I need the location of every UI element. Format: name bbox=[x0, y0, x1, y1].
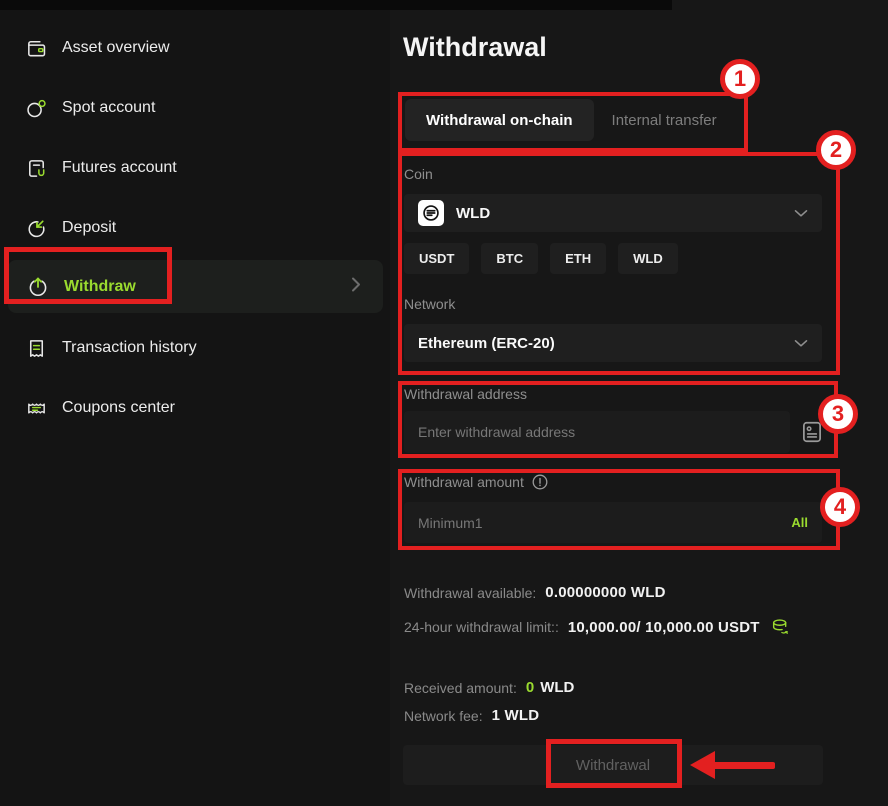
network-label: Network bbox=[404, 296, 455, 312]
withdrawal-available-value: 0.00000000 WLD bbox=[545, 584, 665, 601]
sidebar-item-label: Futures account bbox=[62, 159, 177, 177]
received-amount-value: 0 bbox=[526, 679, 534, 696]
sidebar-item-label: Transaction history bbox=[62, 339, 197, 357]
coin-selected-value: WLD bbox=[456, 205, 490, 222]
sidebar-item-label: Asset overview bbox=[62, 39, 170, 57]
network-selected-value: Ethereum (ERC-20) bbox=[418, 335, 555, 352]
tab-withdrawal-on-chain[interactable]: Withdrawal on-chain bbox=[405, 99, 594, 141]
annotation-circle-4: 4 bbox=[820, 487, 860, 527]
chevron-down-icon bbox=[794, 209, 808, 218]
spot-coin-icon bbox=[24, 96, 48, 120]
withdrawal-tabs: Withdrawal on-chain Internal transfer bbox=[405, 99, 735, 141]
withdrawal-limit-value: 10,000.00/ 10,000.00 USDT bbox=[568, 619, 760, 636]
sidebar-item-withdraw[interactable]: Withdraw bbox=[8, 260, 383, 313]
futures-doc-icon bbox=[24, 156, 48, 180]
withdraw-arrow-icon bbox=[26, 275, 50, 299]
sidebar-item-label: Spot account bbox=[62, 99, 155, 117]
received-amount-unit: WLD bbox=[540, 679, 574, 696]
withdrawal-limit-label: 24-hour withdrawal limit:: bbox=[404, 619, 559, 635]
withdrawal-amount-input[interactable] bbox=[418, 515, 781, 531]
withdrawal-address-input[interactable] bbox=[404, 411, 790, 453]
received-amount-label: Received amount: bbox=[404, 680, 517, 696]
top-strip bbox=[0, 0, 672, 10]
withdrawal-submit-button[interactable]: Withdrawal bbox=[403, 745, 823, 785]
chevron-down-icon bbox=[794, 339, 808, 348]
wld-coin-icon bbox=[418, 200, 444, 226]
chip-btc[interactable]: BTC bbox=[481, 243, 538, 274]
chevron-right-icon bbox=[351, 276, 361, 297]
network-fee-value: 1 WLD bbox=[492, 707, 540, 724]
network-fee-label: Network fee: bbox=[404, 708, 483, 724]
annotation-circle-2: 2 bbox=[816, 130, 856, 170]
network-fee-line: Network fee: 1 WLD bbox=[404, 707, 539, 724]
sidebar: Asset overview Spot account Futures acco… bbox=[0, 10, 390, 806]
received-amount-line: Received amount: 0 WLD bbox=[404, 679, 574, 696]
sidebar-item-coupons-center[interactable]: Coupons center bbox=[0, 378, 390, 438]
wallet-icon bbox=[24, 36, 48, 60]
chip-eth[interactable]: ETH bbox=[550, 243, 606, 274]
chip-wld[interactable]: WLD bbox=[618, 243, 678, 274]
sidebar-item-transaction-history[interactable]: Transaction history bbox=[0, 318, 390, 378]
network-select[interactable]: Ethereum (ERC-20) bbox=[404, 324, 822, 362]
address-book-icon[interactable] bbox=[799, 419, 825, 445]
info-icon[interactable] bbox=[532, 474, 548, 490]
sidebar-item-label: Withdraw bbox=[64, 278, 136, 296]
receipt-icon bbox=[24, 336, 48, 360]
sidebar-item-asset-overview[interactable]: Asset overview bbox=[0, 18, 390, 78]
deposit-arrow-icon bbox=[24, 216, 48, 240]
coin-label: Coin bbox=[404, 166, 433, 182]
all-button[interactable]: All bbox=[791, 515, 808, 530]
sidebar-item-futures-account[interactable]: Futures account bbox=[0, 138, 390, 198]
withdrawal-amount-label-row: Withdrawal amount bbox=[404, 474, 548, 490]
withdrawal-amount-label: Withdrawal amount bbox=[404, 474, 524, 490]
annotation-circle-1: 1 bbox=[720, 59, 760, 99]
withdrawal-limit-line: 24-hour withdrawal limit:: 10,000.00/ 10… bbox=[404, 617, 791, 637]
page-title: Withdrawal bbox=[403, 32, 547, 63]
withdrawal-available-label: Withdrawal available: bbox=[404, 585, 536, 601]
withdrawal-available-line: Withdrawal available: 0.00000000 WLD bbox=[404, 584, 666, 601]
withdrawal-amount-field: All bbox=[404, 502, 822, 543]
coins-stack-icon[interactable] bbox=[770, 617, 791, 637]
sidebar-item-label: Coupons center bbox=[62, 399, 175, 417]
withdrawal-address-label: Withdrawal address bbox=[404, 386, 527, 402]
chip-usdt[interactable]: USDT bbox=[404, 243, 469, 274]
sidebar-item-label: Deposit bbox=[62, 219, 116, 237]
coupon-icon bbox=[24, 396, 48, 420]
coin-select[interactable]: WLD bbox=[404, 194, 822, 232]
sidebar-item-spot-account[interactable]: Spot account bbox=[0, 78, 390, 138]
coin-quick-options: USDT BTC ETH WLD bbox=[404, 243, 678, 274]
tab-internal-transfer[interactable]: Internal transfer bbox=[594, 112, 735, 129]
withdrawal-page: Asset overview Spot account Futures acco… bbox=[0, 0, 888, 806]
sidebar-item-deposit[interactable]: Deposit bbox=[0, 198, 390, 258]
